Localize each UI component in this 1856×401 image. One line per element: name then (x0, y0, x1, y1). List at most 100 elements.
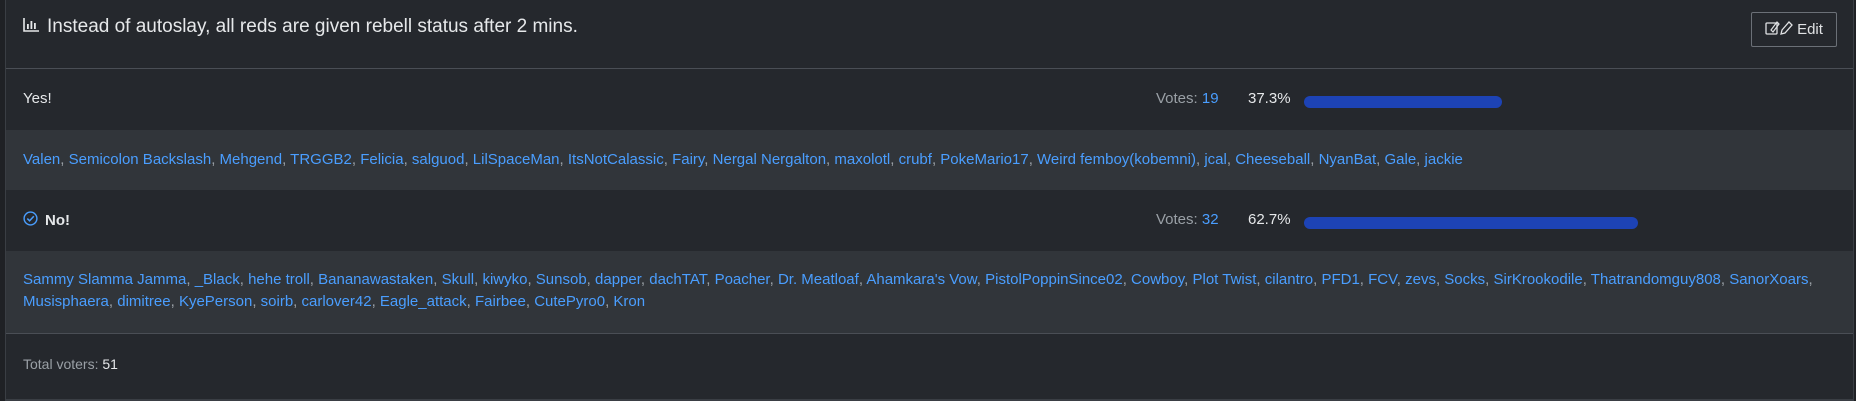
voter-link[interactable]: Eagle_attack (380, 293, 467, 310)
vote-count-link[interactable]: 19 (1202, 90, 1219, 107)
voter-link[interactable]: PistolPoppinSince02 (985, 271, 1123, 288)
bar-chart-icon (23, 16, 47, 38)
voter-link[interactable]: TRGGB2 (290, 151, 352, 168)
voter-link[interactable]: cilantro (1265, 271, 1313, 288)
voter-list-no: Sammy Slamma Jamma, _Black, hehe troll, … (6, 251, 1853, 333)
vote-count: Votes: 19 (1156, 90, 1219, 107)
voter-link[interactable]: Fairy (672, 151, 704, 168)
voter-separator: , (586, 271, 596, 288)
voter-link[interactable]: Ahamkara's Vow (866, 271, 976, 288)
voter-separator: , (706, 271, 715, 288)
voter-separator: , (559, 151, 568, 168)
voter-separator: , (60, 151, 69, 168)
voter-link[interactable]: hehe troll (248, 271, 310, 288)
voter-separator: , (1122, 271, 1132, 288)
voter-link[interactable]: Felicia (360, 151, 403, 168)
voter-link[interactable]: Sunsob (536, 271, 587, 288)
poll-card: Instead of autoslay, all reds are given … (5, 0, 1854, 401)
vote-progress-bar (1304, 217, 1638, 229)
voter-link[interactable]: FCV (1368, 271, 1397, 288)
voter-link[interactable]: Musisphaera (23, 293, 109, 310)
edit-pencil-icon (1765, 20, 1793, 40)
total-voters: Total voters: 51 (23, 356, 118, 372)
poll-option-no[interactable]: No! Votes: 32 62.7% (6, 190, 1853, 251)
voter-link[interactable]: Weird femboy(kobemni) (1037, 151, 1196, 168)
voter-separator: , (1028, 151, 1038, 168)
voter-separator: , (1256, 271, 1265, 288)
option-label: Yes! (23, 90, 52, 107)
voter-link[interactable]: Sammy Slamma Jamma (23, 271, 186, 288)
vote-count: Votes: 32 (1156, 211, 1219, 228)
voter-separator: , (769, 271, 778, 288)
voter-link[interactable]: dapper (595, 271, 641, 288)
vote-count-link[interactable]: 32 (1202, 211, 1219, 228)
voter-separator: , (527, 271, 536, 288)
voter-separator: , (640, 271, 650, 288)
voter-separator: , (525, 293, 535, 310)
voter-separator: , (1485, 271, 1494, 288)
voter-link[interactable]: SanorXoars (1729, 271, 1808, 288)
voter-link[interactable]: NyanBat (1319, 151, 1377, 168)
voter-link[interactable]: zevs (1405, 271, 1436, 288)
voter-link[interactable]: Fairbee (475, 293, 526, 310)
voter-separator: , (211, 151, 220, 168)
voter-link[interactable]: Thatrandomguy808 (1591, 271, 1721, 288)
voter-link[interactable]: soirb (261, 293, 294, 310)
voter-link[interactable]: Mehgend (220, 151, 283, 168)
voter-link[interactable]: Bananawastaken (318, 271, 433, 288)
edit-button[interactable]: Edit (1751, 12, 1837, 47)
voter-separator: , (403, 151, 412, 168)
voter-list-yes: Valen, Semicolon Backslash, Mehgend, TRG… (6, 130, 1853, 190)
voter-link[interactable]: PFD1 (1321, 271, 1359, 288)
voter-link[interactable]: carlover42 (302, 293, 372, 310)
voter-link[interactable]: _Black (195, 271, 240, 288)
voter-separator: , (282, 151, 291, 168)
voter-separator: , (170, 293, 179, 310)
voter-link[interactable]: PokeMario17 (940, 151, 1028, 168)
voter-link[interactable]: CutePyro0 (534, 293, 605, 310)
voter-link[interactable]: Cowboy (1131, 271, 1184, 288)
voter-link[interactable]: maxolotl (834, 151, 890, 168)
voter-link[interactable]: dimitree (117, 293, 170, 310)
voter-separator: , (309, 271, 319, 288)
voter-link[interactable]: ItsNotCalassic (568, 151, 664, 168)
voter-link[interactable]: Poacher (715, 271, 770, 288)
voter-separator: , (976, 271, 986, 288)
voter-link[interactable]: Gale (1384, 151, 1416, 168)
voter-link[interactable]: Skull (442, 271, 475, 288)
edit-label: Edit (1797, 21, 1823, 38)
poll-header: Instead of autoslay, all reds are given … (6, 0, 1853, 69)
voter-separator: , (1396, 271, 1406, 288)
vote-progress-bar (1304, 96, 1502, 108)
voter-link[interactable]: crubf (899, 151, 932, 168)
voter-link[interactable]: salguod (412, 151, 465, 168)
voter-separator: , (252, 293, 261, 310)
voter-separator: , (466, 293, 475, 310)
voter-link[interactable]: jackie (1425, 151, 1463, 168)
voter-link[interactable]: Socks (1444, 271, 1485, 288)
voter-link[interactable]: Dr. Meatloaf (778, 271, 859, 288)
voter-link[interactable]: Valen (23, 151, 60, 168)
total-voters-value: 51 (102, 356, 118, 372)
vote-percent: 37.3% (1248, 90, 1291, 107)
voter-separator: , (1226, 151, 1236, 168)
voter-separator: , (1310, 151, 1319, 168)
voter-link[interactable]: dachTAT (649, 271, 706, 288)
voter-separator: , (1582, 271, 1591, 288)
voter-link[interactable]: LilSpaceMan (473, 151, 560, 168)
voter-separator: , (239, 271, 249, 288)
voter-link[interactable]: Plot Twist (1192, 271, 1256, 288)
voter-separator: , (433, 271, 442, 288)
voter-separator: , (663, 151, 673, 168)
voter-link[interactable]: SirKrookodile (1494, 271, 1583, 288)
voter-separator: , (293, 293, 302, 310)
voter-link[interactable]: Nergal Nergalton (713, 151, 826, 168)
voter-link[interactable]: Cheeseball (1235, 151, 1310, 168)
voter-link[interactable]: Semicolon Backslash (69, 151, 212, 168)
voter-link[interactable]: jcal (1204, 151, 1227, 168)
vote-percent: 62.7% (1248, 211, 1291, 228)
voter-link[interactable]: kiwyko (482, 271, 527, 288)
voter-link[interactable]: Kron (613, 293, 645, 310)
poll-option-yes[interactable]: Yes! Votes: 19 37.3% (6, 69, 1853, 130)
voter-link[interactable]: KyePerson (179, 293, 252, 310)
